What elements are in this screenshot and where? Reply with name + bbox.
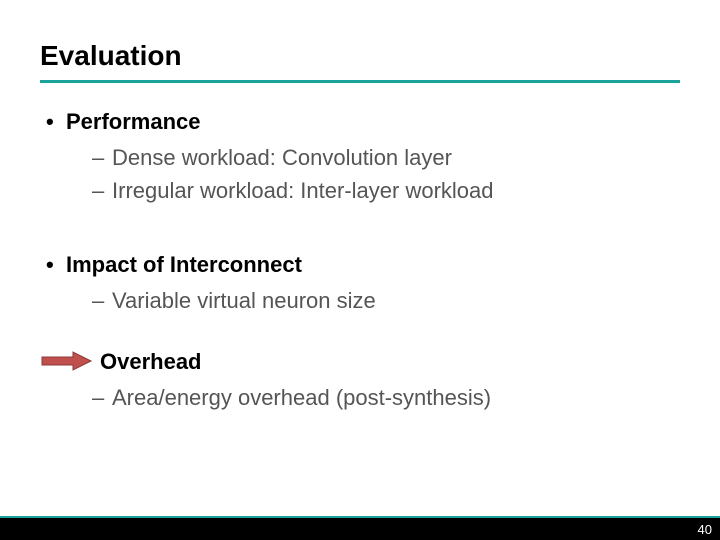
section-heading: Overhead bbox=[100, 349, 202, 374]
spacer bbox=[40, 210, 680, 250]
slide-title: Evaluation bbox=[40, 40, 680, 72]
footer-bar: 40 bbox=[0, 516, 720, 540]
section-interconnect: Impact of Interconnect bbox=[40, 250, 680, 280]
section-heading: Performance bbox=[66, 109, 201, 134]
page-number: 40 bbox=[698, 522, 712, 537]
slide-content: Performance Dense workload: Convolution … bbox=[40, 107, 680, 413]
arrow-icon bbox=[39, 350, 94, 372]
section-overhead: Overhead bbox=[40, 347, 680, 377]
list-item: Irregular workload: Inter-layer workload bbox=[40, 176, 680, 206]
list-item: Area/energy overhead (post-synthesis) bbox=[40, 383, 680, 413]
title-rule bbox=[40, 80, 680, 83]
list-item: Variable virtual neuron size bbox=[40, 286, 680, 316]
list-item: Dense workload: Convolution layer bbox=[40, 143, 680, 173]
spacer bbox=[40, 319, 680, 347]
slide: Evaluation Performance Dense workload: C… bbox=[0, 0, 720, 540]
section-heading: Impact of Interconnect bbox=[66, 252, 302, 277]
section-performance: Performance bbox=[40, 107, 680, 137]
